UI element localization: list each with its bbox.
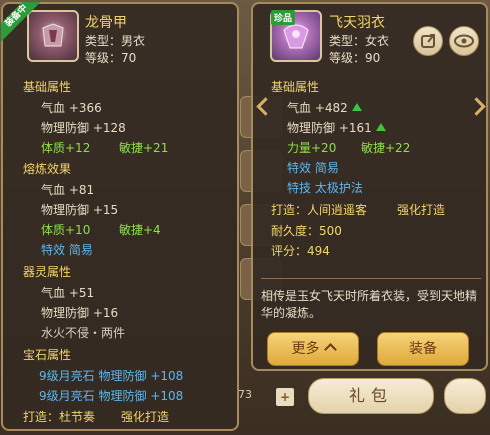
item-type: 类型：男衣 — [85, 34, 146, 48]
special-effect: 特效 简易 — [287, 161, 339, 175]
side-button[interactable] — [444, 378, 486, 414]
section-title: 器灵属性 — [23, 265, 72, 279]
forge-type: 强化打造 — [121, 410, 170, 424]
stat-extra-b: 敏捷+4 — [119, 223, 161, 237]
share-icon[interactable] — [413, 26, 443, 56]
score: 评分：494 — [271, 244, 330, 258]
stat-row: 气血 +81 — [41, 183, 95, 197]
stat-extra-b: 敏捷+22 — [361, 141, 411, 155]
stat-row: 物理防御 +16 — [41, 306, 119, 320]
set-bonus: 水火不侵・两件 — [41, 326, 126, 340]
section-title: 宝石属性 — [23, 348, 72, 362]
stat-extra-a: 体质+12 — [41, 141, 91, 155]
gift-button[interactable]: 礼包 — [308, 378, 434, 414]
special-effect: 特效 简易 — [41, 243, 93, 257]
stat-row: 气血 +51 — [41, 286, 95, 300]
compare-item-panel: 珍品 飞天羽衣 类型：女衣 等级：90 基础属性 气血 +482 物理防御 +1… — [251, 2, 488, 371]
stat-row: 物理防御 +161 — [287, 119, 386, 136]
item-level: 等级：70 — [85, 51, 137, 65]
stat-row: 物理防御 +128 — [41, 121, 126, 135]
chevron-up-icon — [323, 343, 337, 356]
gem-row: 9级月亮石 物理防御 +108 — [39, 389, 184, 403]
inventory-count: 73 — [238, 388, 252, 401]
durability: 耐久度：500 — [271, 224, 342, 238]
equipped-badge: 装备中 — [1, 2, 41, 42]
divider — [261, 278, 481, 279]
equip-button[interactable]: 装备 — [377, 332, 469, 366]
item-name: 龙骨甲 — [85, 15, 127, 31]
stat-row: 气血 +482 — [287, 99, 362, 116]
stat-extra-a: 力量+20 — [287, 141, 337, 155]
item-description: 相传是玉女飞天时所着衣装，受到天地精华的凝炼。 — [261, 289, 478, 320]
section-title: 基础属性 — [23, 80, 72, 94]
item-type: 类型：女衣 — [329, 34, 390, 48]
forge-info: 打造：杜节奏 — [23, 410, 96, 424]
arrow-up-icon — [351, 103, 362, 111]
more-button[interactable]: 更多 — [267, 332, 359, 366]
item-level: 等级：90 — [329, 51, 381, 65]
rare-badge: 珍品 — [271, 10, 296, 25]
stat-row: 物理防御 +15 — [41, 203, 119, 217]
section-title: 熔炼效果 — [23, 162, 72, 176]
stat-row: 气血 +366 — [41, 101, 102, 115]
special-skill: 特技 太极护法 — [287, 181, 363, 195]
stat-extra-a: 体质+10 — [41, 223, 91, 237]
gem-row: 9级月亮石 物理防御 +108 — [39, 369, 184, 383]
arrow-up-icon — [375, 123, 386, 131]
forge-type: 强化打造 — [397, 203, 446, 217]
forge-info: 打造：人间逍遥客 — [271, 203, 368, 217]
stat-extra-b: 敏捷+21 — [119, 141, 169, 155]
section-title: 基础属性 — [271, 80, 320, 94]
item-name: 飞天羽衣 — [329, 15, 385, 31]
plus-icon[interactable]: + — [276, 388, 294, 406]
eye-icon[interactable] — [449, 26, 479, 56]
equipped-item-panel: 装备中 龙骨甲 类型：男衣 等级：70 基础属性 气血 +366 物理防御 +1… — [1, 2, 239, 431]
